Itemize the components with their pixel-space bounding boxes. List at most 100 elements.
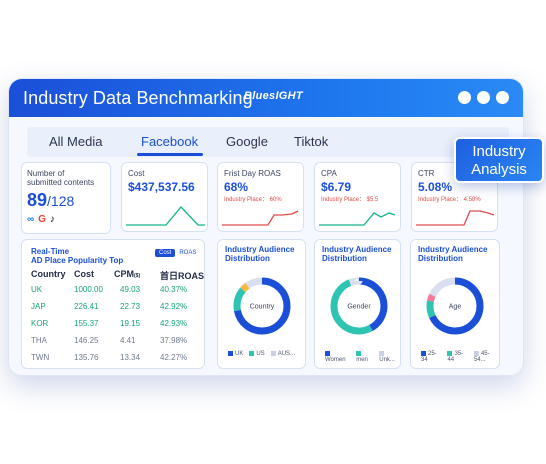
legend-swatch (379, 351, 385, 356)
row-cost: 135.76 (74, 353, 99, 362)
col-header-cost: Cost (74, 269, 94, 279)
submitted-label: Number of submitted contents (27, 169, 94, 187)
toggle-cost[interactable]: Cost (155, 249, 176, 257)
submitted-label-line1: Number of (27, 169, 65, 178)
dist-title-line1: Industry Audience (418, 245, 488, 254)
row-roas: 40.37% (160, 285, 188, 294)
row-country: JAP (31, 302, 46, 311)
kpi-value: 5.08% (418, 180, 453, 194)
legend-item: 25-34 (421, 351, 441, 363)
row-country: UK (31, 285, 43, 294)
row-country: THA (31, 336, 47, 345)
legend-label: UK (235, 351, 244, 358)
dist-title: Industry Audience Distribution (322, 245, 392, 263)
kpi-trend-line (319, 212, 396, 226)
distribution-card-gender: Industry Audience Distribution Gender Wo… (314, 239, 401, 369)
window-controls (458, 91, 509, 104)
legend-item: US (249, 351, 265, 358)
brand-logo: BluesIGHT (244, 90, 303, 102)
toggle-roas[interactable]: ROAS (175, 249, 200, 257)
window-dot-3[interactable] (496, 91, 509, 104)
row-roas: 37.98% (160, 336, 188, 345)
metric-toggle: Cost ROAS (155, 249, 200, 257)
legend-swatch (270, 351, 276, 356)
row-roas: 42.92% (160, 302, 188, 311)
app-window: Industry Data Benchmarking BluesIGHT All… (8, 78, 524, 376)
kpi-label: CTR (418, 169, 435, 178)
kpi-trend-line (126, 206, 205, 226)
row-cpm: 4.41 (120, 336, 136, 345)
legend-swatch (249, 351, 255, 356)
dist-legend: Women men Unk... (325, 351, 400, 363)
legend-item: 35-44 (447, 351, 467, 363)
dist-legend: 25-34 35-44 45-54... (421, 351, 499, 363)
col-header-cpm-unit: ($) (134, 273, 141, 279)
row-cpm: 19.15 (120, 319, 141, 328)
submitted-contents-card: Number of submitted contents 89/128 ∞ G … (21, 162, 111, 234)
title-bar: Industry Data Benchmarking BluesIGHT (9, 79, 523, 117)
distribution-card-country: Industry Audience Distribution Country U… (217, 239, 306, 369)
donut-center-label: Country (250, 304, 275, 311)
meta-icon: ∞ (27, 214, 35, 225)
distribution-card-age: Industry Audience Distribution Age 25-34… (410, 239, 500, 369)
row-cpm: 22.73 (120, 302, 141, 311)
row-country: TWN (31, 353, 50, 362)
kpi-label: Cost (128, 169, 145, 178)
submitted-count: 89 (27, 190, 48, 210)
donut-chart-age: Age (426, 277, 484, 335)
col-header-cpm-label: CPM (114, 269, 134, 279)
platform-icons: ∞ G ♪ (27, 214, 55, 225)
row-cost: 226.41 (74, 302, 99, 311)
row-cost: 1000.00 (74, 285, 103, 294)
row-roas: 42.93% (160, 319, 188, 328)
legend-swatch (325, 351, 330, 356)
tab-facebook[interactable]: Facebook (141, 134, 198, 149)
tab-all-media[interactable]: All Media (49, 134, 102, 149)
dist-title: Industry Audience Distribution (225, 245, 295, 263)
donut-center-label: Gender (347, 304, 371, 311)
legend-swatch (421, 351, 426, 356)
window-dot-1[interactable] (458, 91, 471, 104)
legend-label: AUS... (277, 351, 296, 358)
window-dot-2[interactable] (477, 91, 490, 104)
legend-item: Unk... (379, 351, 400, 363)
col-header-country: Country (31, 269, 66, 279)
legend-swatch (228, 351, 233, 356)
legend-swatch (447, 351, 453, 356)
legend-swatch (356, 351, 362, 356)
tab-google[interactable]: Google (226, 134, 268, 149)
row-roas: 42.27% (160, 353, 188, 362)
donut-chart-country: Country (233, 277, 291, 335)
legend-item: Women (325, 351, 350, 363)
dist-title-line2: Distribution (418, 254, 463, 263)
kpi-trend-line (416, 210, 495, 226)
kpi-card-cpa: CPA $6.79 Industry Place： $5.5 (314, 162, 401, 232)
row-cpm: 13.34 (120, 353, 141, 362)
dist-legend: UK US AUS... (228, 351, 295, 357)
legend-label: men (356, 357, 368, 364)
col-header-roas: 首日ROAS (160, 271, 205, 281)
dist-title-line2: Distribution (225, 254, 270, 263)
table-title-line1: Real-Time (31, 247, 70, 256)
tab-tiktok[interactable]: Tiktok (294, 134, 328, 149)
row-cost: 155.37 (74, 319, 99, 328)
kpi-value: $6.79 (321, 180, 352, 194)
row-cpm: 49.03 (120, 285, 141, 294)
row-country: KOR (31, 319, 49, 328)
table-title: Real-Time AD Place Popularity Top (31, 247, 123, 265)
legend-item: 45-54... (473, 351, 499, 363)
badge-line1: Industry (472, 143, 526, 160)
legend-label: US (256, 351, 265, 358)
dist-title: Industry Audience Distribution (418, 245, 488, 263)
legend-label: Women (325, 357, 346, 364)
col-header-cpm: CPM($) (114, 269, 140, 279)
dist-title-line1: Industry Audience (225, 245, 295, 254)
legend-item: UK (228, 351, 243, 357)
kpi-label: Frist Day ROAS (224, 169, 281, 178)
table-title-line2: AD Place Popularity Top (31, 256, 124, 265)
tiktok-icon: ♪ (49, 214, 55, 225)
dist-title-line1: Industry Audience (322, 245, 392, 254)
popularity-table-card: Real-Time AD Place Popularity Top Cost R… (21, 239, 205, 369)
kpi-value: 68% (224, 180, 249, 194)
badge-line2: Analysis (471, 161, 527, 178)
